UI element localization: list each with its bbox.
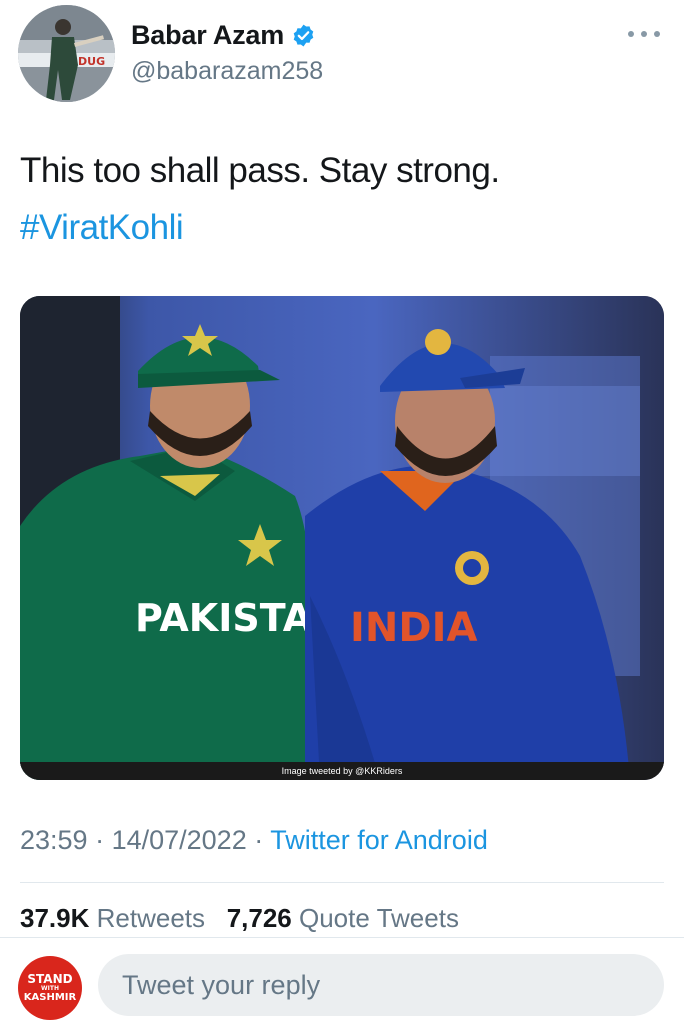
author-avatar-image: DUG xyxy=(18,5,115,102)
avatar-text-line: STAND xyxy=(27,972,73,986)
tweet-stats: 37.9K Retweets 7,726 Quote Tweets xyxy=(20,903,459,934)
retweets-stat[interactable]: 37.9K Retweets xyxy=(20,903,205,933)
avatar-text-line: KASHMIR xyxy=(23,992,77,1003)
author-display-name[interactable]: Babar Azam xyxy=(131,20,284,51)
tweet-text: This too shall pass. Stay strong. xyxy=(20,151,500,190)
quote-tweets-label: Quote Tweets xyxy=(299,903,459,933)
svg-text:DUG: DUG xyxy=(78,55,105,68)
meta-separator: · xyxy=(246,825,271,855)
retweets-label: Retweets xyxy=(96,903,206,933)
retweets-count: 37.9K xyxy=(20,903,90,933)
verified-badge-icon xyxy=(293,24,314,47)
author-avatar[interactable]: DUG xyxy=(18,5,115,102)
tweet-media-image[interactable]: PAKISTAN INDIA Image tweeted by @KKRider… xyxy=(20,296,664,780)
jersey-right-text: INDIA xyxy=(350,605,477,651)
author-handle[interactable]: @babarazam258 xyxy=(131,57,323,86)
divider xyxy=(20,882,664,883)
meta-separator: · xyxy=(87,825,112,855)
cricket-players-illustration: PAKISTAN INDIA xyxy=(20,296,664,780)
media-caption: Image tweeted by @KKRiders xyxy=(20,762,664,780)
quote-tweets-count: 7,726 xyxy=(226,903,292,933)
tweet-date: 14/07/2022 xyxy=(111,825,247,855)
tweet-source-link[interactable]: Twitter for Android xyxy=(270,825,488,855)
quote-tweets-stat[interactable]: 7,726 Quote Tweets xyxy=(227,903,459,933)
divider xyxy=(0,937,684,938)
user-avatar[interactable]: STAND WITH KASHMIR xyxy=(18,956,82,1020)
hashtag-link[interactable]: #ViratKohli xyxy=(20,205,184,251)
tweet-detail-page: DUG Babar Azam @babarazam258 This too sh… xyxy=(0,0,684,1024)
tweet-time: 23:59 xyxy=(20,825,88,855)
author-name-row: Babar Azam xyxy=(131,20,316,51)
reply-input[interactable] xyxy=(98,954,664,1016)
tweet-meta: 23:59 · 14/07/2022 · Twitter for Android xyxy=(20,825,488,856)
more-options-icon[interactable] xyxy=(628,27,660,41)
